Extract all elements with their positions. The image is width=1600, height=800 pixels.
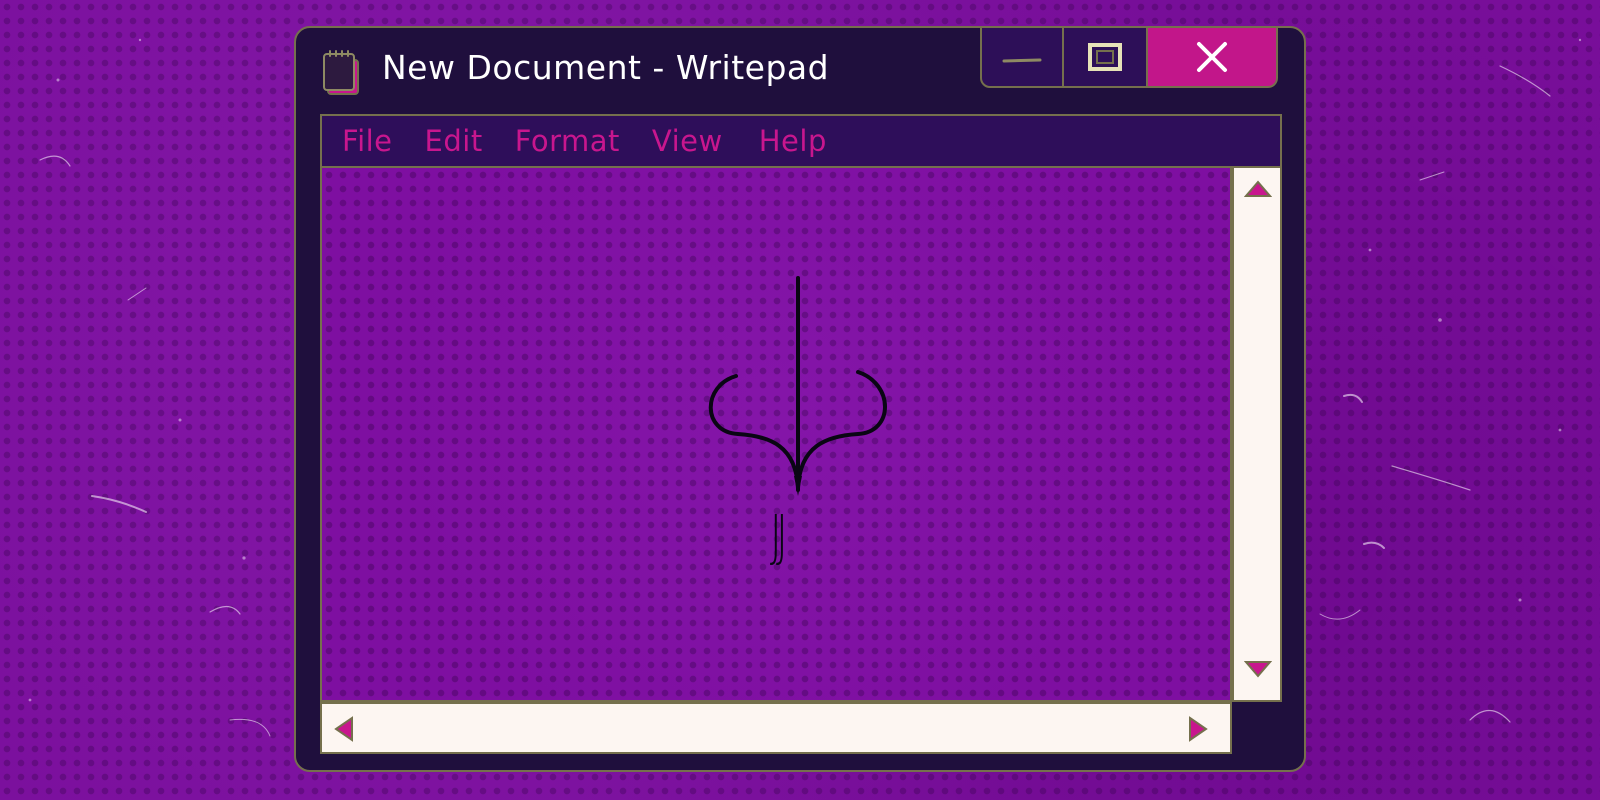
flourish-logo <box>708 276 887 496</box>
triangle-right-icon[interactable] <box>1188 716 1208 742</box>
vertical-scrollbar[interactable] <box>1232 168 1282 702</box>
menu-view[interactable]: View <box>652 124 723 158</box>
menu-edit[interactable]: Edit <box>425 124 483 158</box>
document-area[interactable]: JJ <box>320 168 1232 702</box>
writepad-window: New Document - Writepad File Edit Format… <box>294 26 1306 772</box>
menu-bar: File Edit Format View Help <box>320 114 1282 168</box>
logo-initials: JJ <box>769 504 788 569</box>
maximize-icon <box>1088 43 1122 71</box>
menu-help[interactable]: Help <box>759 124 827 158</box>
minimize-icon <box>1002 58 1042 63</box>
notepad-icon <box>323 50 359 95</box>
window-title: New Document - Writepad <box>382 48 830 87</box>
triangle-left-icon[interactable] <box>334 716 354 742</box>
triangle-down-icon[interactable] <box>1244 660 1272 678</box>
horizontal-scrollbar[interactable] <box>320 702 1232 754</box>
menu-file[interactable]: File <box>342 124 393 158</box>
close-icon <box>1197 42 1227 72</box>
minimize-button[interactable] <box>980 26 1064 88</box>
triangle-up-icon[interactable] <box>1244 180 1272 198</box>
window-controls <box>980 26 1278 88</box>
maximize-button[interactable] <box>1064 26 1148 88</box>
close-button[interactable] <box>1148 26 1278 88</box>
menu-format[interactable]: Format <box>515 124 620 158</box>
